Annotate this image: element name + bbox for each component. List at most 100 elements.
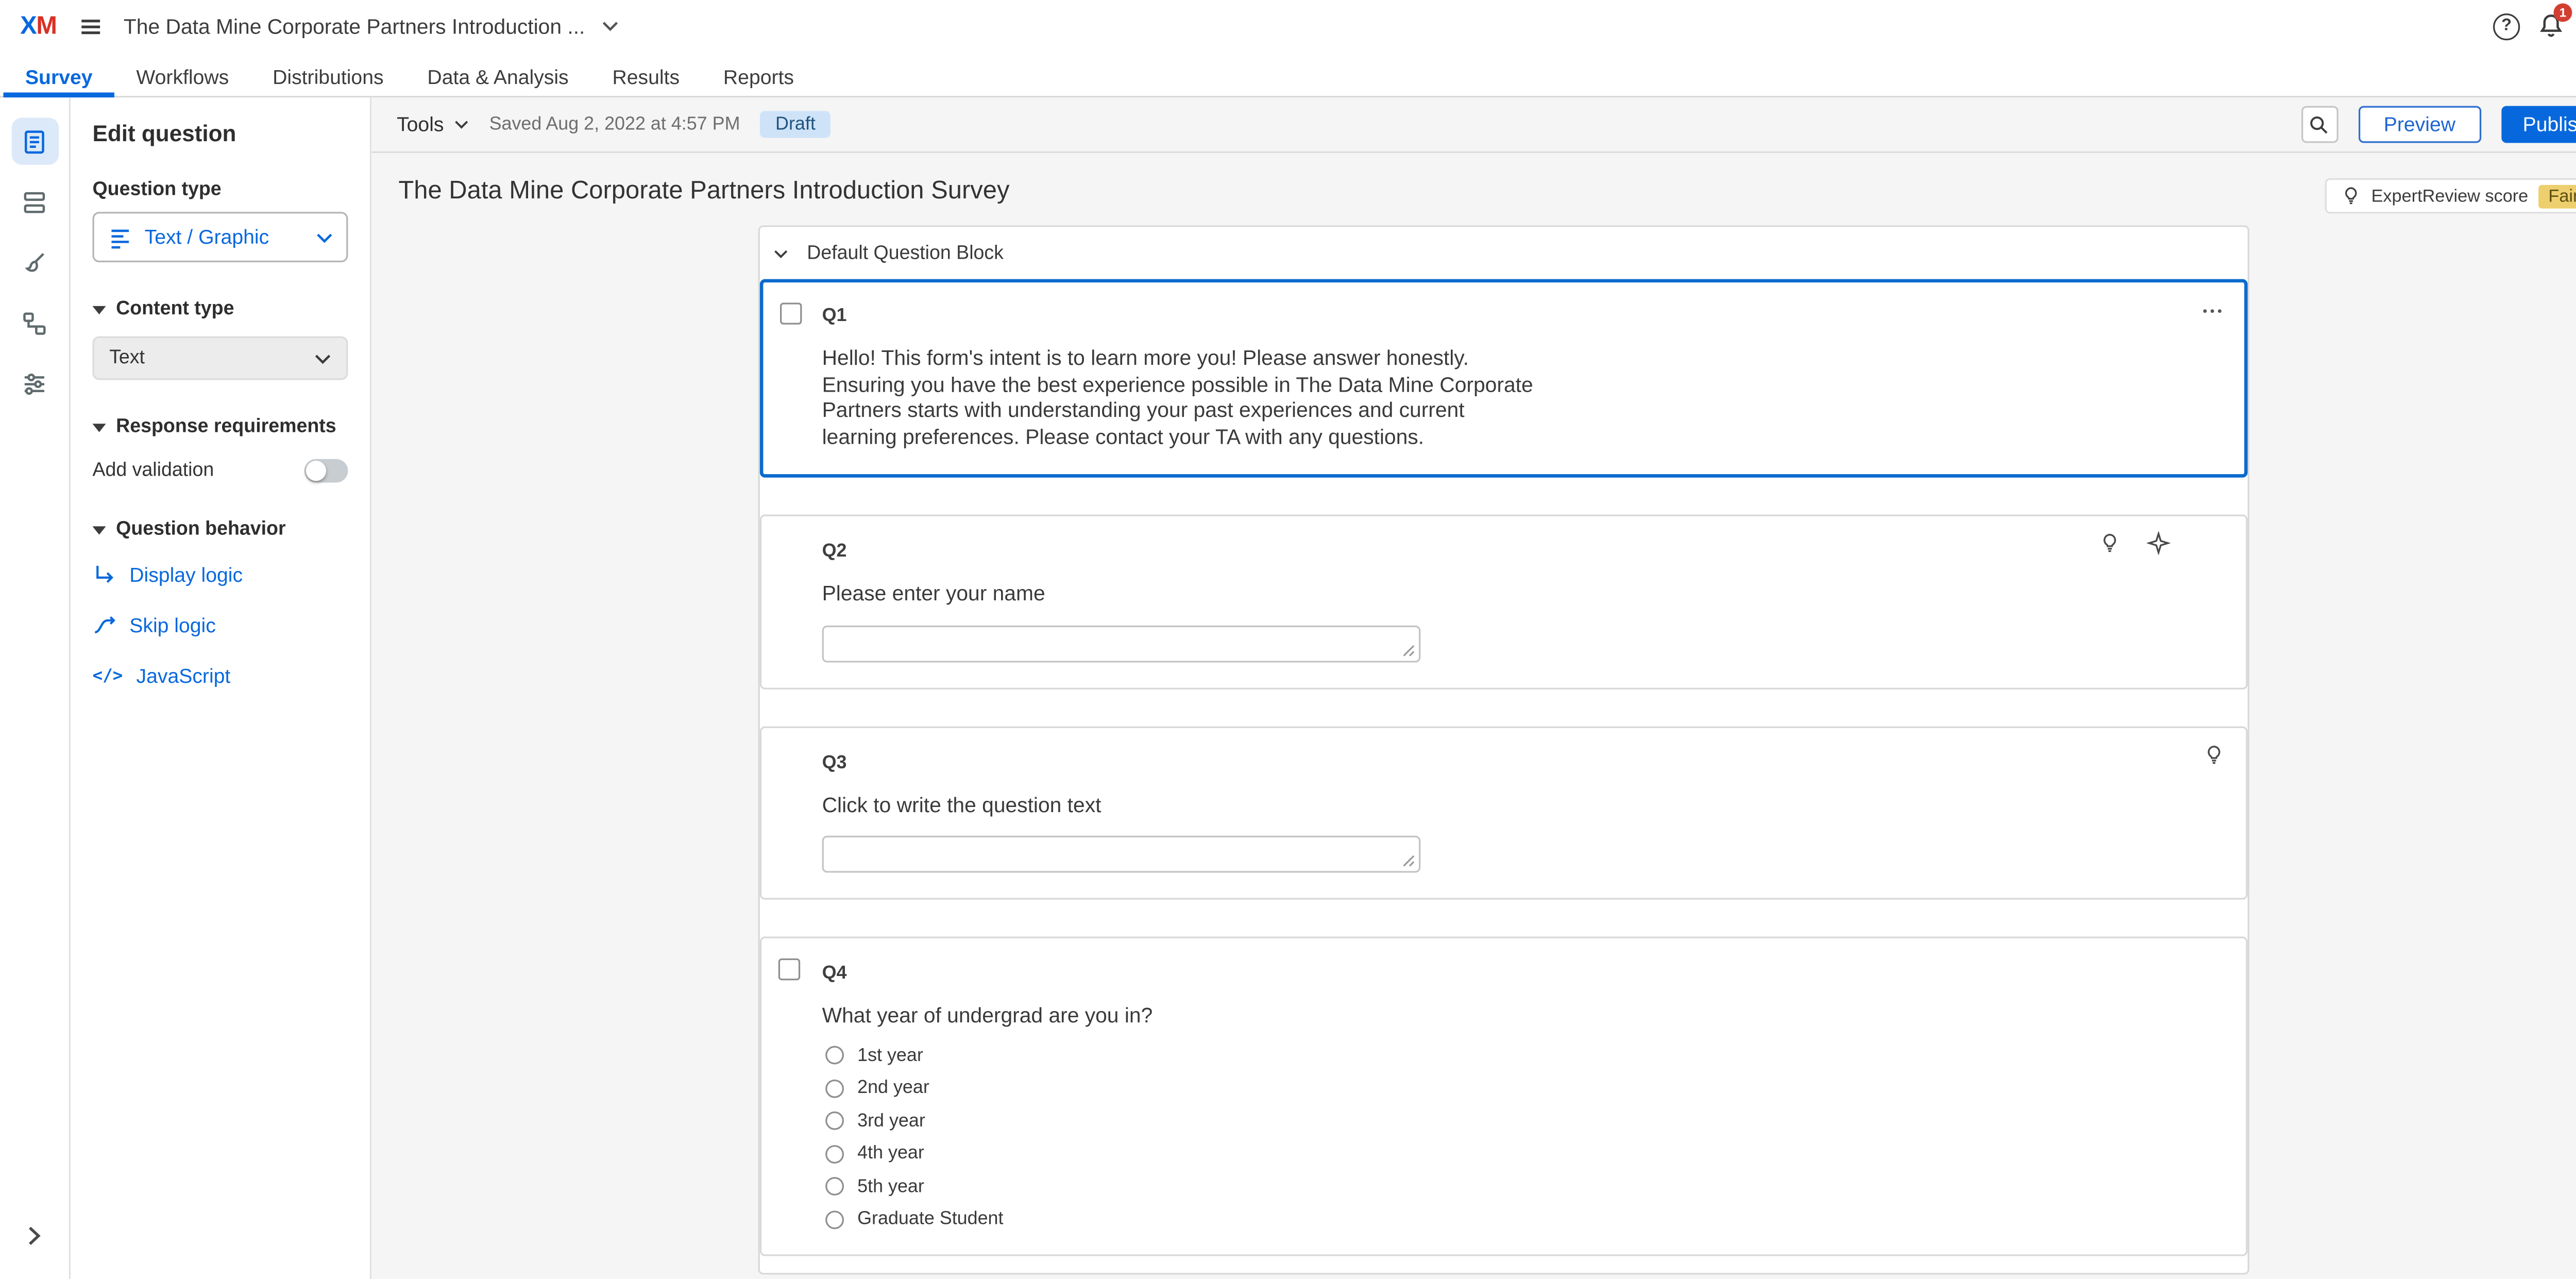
choice-option[interactable]: 1st year [825, 1045, 2226, 1065]
question-card-q4[interactable]: Q4 What year of undergrad are you in? 1s… [760, 936, 2248, 1256]
question-checkbox[interactable] [778, 958, 800, 980]
block-title: Default Question Block [807, 244, 1004, 264]
choice-label: 2nd year [857, 1078, 929, 1098]
question-text[interactable]: Please enter your name [822, 582, 1535, 608]
question-text[interactable]: What year of undergrad are you in? [822, 1004, 1535, 1030]
text-entry-input[interactable] [822, 625, 1421, 662]
question-text[interactable]: Hello! This form's intent is to learn mo… [822, 346, 1535, 450]
tools-label: Tools [397, 113, 444, 137]
choice-label: 5th year [857, 1176, 924, 1196]
question-id: Q1 [822, 306, 847, 326]
resize-handle-icon[interactable] [1402, 643, 1415, 657]
ellipsis-icon [2200, 299, 2224, 323]
question-text[interactable]: Click to write the question text [822, 793, 1535, 819]
suggestion-button[interactable] [2098, 531, 2122, 555]
question-type-select[interactable]: Text / Graphic [92, 212, 348, 262]
radio-icon[interactable] [825, 1079, 844, 1097]
panel-title: Edit question [92, 121, 348, 146]
add-validation-toggle[interactable] [304, 459, 348, 483]
expert-review-label: ExpertReview score [2371, 186, 2529, 206]
question-card-q3[interactable]: Q3 Click to write the question text [760, 726, 2248, 900]
tools-button[interactable]: Tools [397, 113, 469, 137]
tab-distributions[interactable]: Distributions [251, 52, 405, 97]
question-card-q1[interactable]: Q1 Hello! This form's intent is to learn… [760, 279, 2248, 478]
choice-label: 1st year [857, 1045, 923, 1065]
survey-title: The Data Mine Corporate Partners Introdu… [398, 177, 2576, 205]
builder-icon [20, 127, 48, 155]
radio-icon[interactable] [825, 1046, 844, 1065]
draft-status-badge: Draft [760, 111, 831, 138]
skip-logic-link[interactable]: Skip logic [92, 614, 348, 637]
caret-down-icon [92, 423, 106, 431]
radio-icon[interactable] [825, 1210, 844, 1228]
suggestion-button[interactable] [2202, 743, 2226, 766]
caret-down-icon [92, 526, 106, 534]
question-id: Q2 [822, 542, 847, 562]
javascript-icon: </> [92, 667, 123, 685]
skip-logic-icon [92, 614, 116, 637]
response-requirements-section-header[interactable]: Response requirements [92, 417, 348, 437]
hamburger-icon [77, 12, 104, 39]
lightbulb-icon [2340, 185, 2361, 207]
survey-canvas: The Data Mine Corporate Partners Introdu… [371, 153, 2576, 1279]
radio-icon[interactable] [825, 1177, 844, 1196]
translations-icon [20, 369, 48, 397]
help-icon[interactable]: ? [2493, 12, 2520, 39]
resize-handle-icon[interactable] [1402, 854, 1415, 868]
choice-label: 3rd year [857, 1110, 925, 1131]
content-type-select[interactable]: Text [92, 336, 348, 380]
chevron-down-icon[interactable] [602, 20, 619, 32]
logo-m: M [36, 12, 56, 40]
display-logic-link[interactable]: Display logic [92, 563, 348, 587]
publish-button[interactable]: Publish [2501, 106, 2576, 143]
help-glyph: ? [2501, 17, 2512, 36]
toggle-knob [306, 461, 326, 481]
block-collapse-caret-icon[interactable] [767, 249, 788, 259]
choice-option[interactable]: 2nd year [825, 1078, 2226, 1098]
notifications-button[interactable]: 1 [2537, 12, 2565, 40]
question-type-value: Text / Graphic [145, 225, 304, 249]
radio-icon[interactable] [825, 1144, 844, 1163]
tab-reports[interactable]: Reports [701, 52, 816, 97]
preview-button[interactable]: Preview [2359, 106, 2481, 143]
expert-review-pill[interactable]: ExpertReview score Fair [2324, 178, 2576, 214]
choice-option[interactable]: 4th year [825, 1143, 2226, 1164]
menu-button[interactable] [73, 9, 107, 43]
question-card-q2[interactable]: Q2 Please enter your name [760, 514, 2248, 688]
left-icon-rail [0, 97, 71, 1279]
choice-option[interactable]: 3rd year [825, 1110, 2226, 1131]
rail-look-feel-button[interactable] [11, 239, 58, 285]
display-logic-label: Display logic [129, 563, 243, 587]
app-root: XM The Data Mine Corporate Partners Intr… [0, 0, 2576, 1279]
text-entry-input[interactable] [822, 836, 1421, 873]
radio-icon[interactable] [825, 1112, 844, 1130]
tab-results[interactable]: Results [590, 52, 701, 97]
content-type-label: Content type [116, 299, 234, 319]
rail-survey-flow-button[interactable] [11, 178, 58, 225]
document-title[interactable]: The Data Mine Corporate Partners Introdu… [124, 14, 585, 38]
question-type-label: Question type [92, 180, 348, 200]
display-logic-icon [92, 563, 116, 587]
enhance-button[interactable] [2147, 531, 2171, 555]
rail-survey-options-button[interactable] [11, 299, 58, 346]
search-button[interactable] [2301, 106, 2338, 143]
logo-x: X [20, 12, 36, 40]
content-type-section-header[interactable]: Content type [92, 299, 348, 319]
question-behavior-section-header[interactable]: Question behavior [92, 519, 348, 540]
tab-data-analysis[interactable]: Data & Analysis [405, 52, 590, 97]
question-checkbox[interactable] [780, 302, 802, 324]
lightbulb-icon [2202, 743, 2226, 766]
rail-translations-button[interactable] [11, 360, 58, 407]
choice-option[interactable]: 5th year [825, 1176, 2226, 1196]
block-header: Default Question Block [760, 227, 2248, 279]
tab-workflows[interactable]: Workflows [114, 52, 251, 97]
rail-builder-button[interactable] [11, 117, 58, 164]
question-menu-button[interactable] [2200, 299, 2224, 323]
expand-panel-button[interactable] [11, 1213, 58, 1259]
tab-survey[interactable]: Survey [4, 52, 114, 97]
xm-logo[interactable]: XM [20, 12, 56, 40]
content-type-value: Text [109, 348, 314, 368]
choice-option[interactable]: Graduate Student [825, 1209, 2226, 1229]
javascript-label: JavaScript [137, 664, 231, 688]
javascript-link[interactable]: </> JavaScript [92, 664, 348, 688]
